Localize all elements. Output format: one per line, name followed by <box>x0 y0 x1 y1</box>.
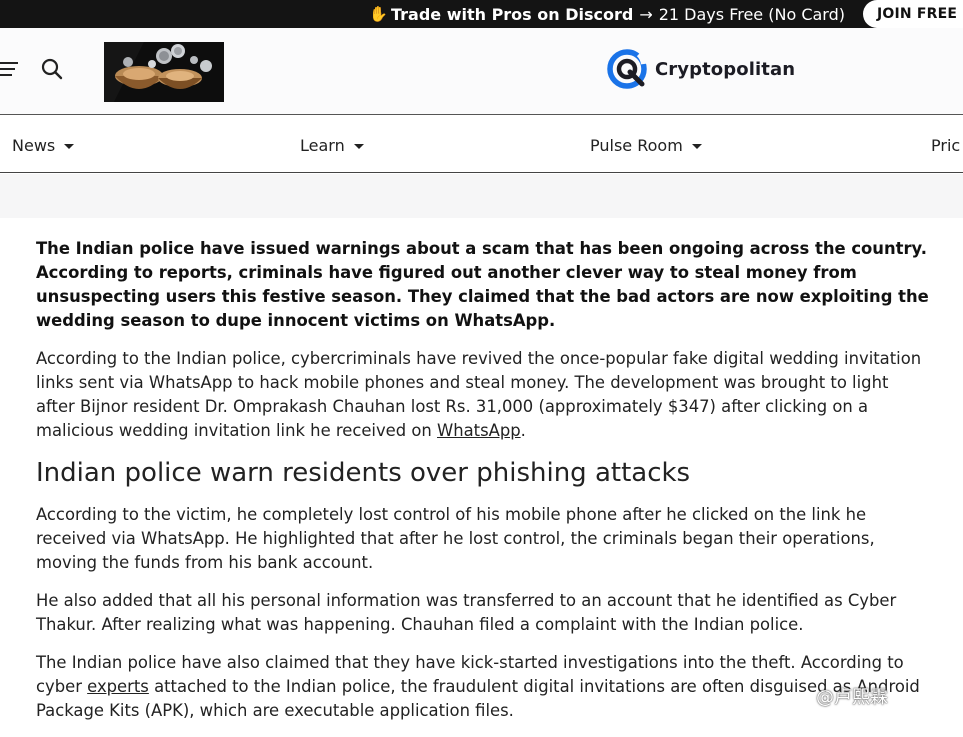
caret-down-icon <box>64 144 75 149</box>
nav-item-label: Pulse Room <box>590 136 683 155</box>
paragraph-text: attached to the Indian police, the fraud… <box>36 677 920 720</box>
article-paragraph: He also added that all his personal info… <box>36 591 897 634</box>
article-lead: The Indian police have issued warnings a… <box>36 239 929 330</box>
watermark: @卢熙霖 <box>816 687 888 708</box>
nav-item-label: Learn <box>300 136 345 155</box>
nav-item-label: News <box>12 136 56 155</box>
promo-arrow: → <box>639 4 653 24</box>
whatsapp-link[interactable]: WhatsApp <box>437 421 521 440</box>
nav-item-label: Pric <box>931 136 961 155</box>
article-paragraph: According to the victim, he completely l… <box>36 505 875 572</box>
promo-bar[interactable]: ✋ Trade with Pros on Discord → 21 Days F… <box>0 0 963 28</box>
nav-item-pulse-room[interactable]: Pulse Room <box>590 136 702 155</box>
promo-text[interactable]: ✋ Trade with Pros on Discord → 21 Days F… <box>369 5 845 24</box>
promo-bold-text: Trade with Pros on Discord <box>390 4 634 24</box>
site-header: Cryptopolitan <box>0 28 963 115</box>
main-nav: News Learn Pulse Room Pric <box>0 116 963 173</box>
site-logo[interactable]: Cryptopolitan <box>606 48 795 90</box>
nav-item-prices[interactable]: Pric <box>931 136 960 155</box>
article-paragraph: The Indian police have also claimed that… <box>36 651 931 723</box>
section-heading: Indian police warn residents over phishi… <box>36 458 691 488</box>
promo-light-text: 21 Days Free (No Card) <box>658 4 845 24</box>
join-free-button[interactable]: JOIN FREE <box>863 0 963 28</box>
hand-icon: ✋ <box>369 5 388 23</box>
caret-down-icon <box>691 144 702 149</box>
ad-placeholder-band <box>0 174 963 218</box>
paragraph-text: . <box>520 421 526 440</box>
nav-item-learn[interactable]: Learn <box>300 136 364 155</box>
nav-item-news[interactable]: News <box>12 136 75 155</box>
experts-link[interactable]: experts <box>87 677 149 696</box>
caret-down-icon <box>353 144 364 149</box>
logo-mark-icon <box>607 49 647 89</box>
gold-ingot-image <box>104 42 224 102</box>
hamburger-icon[interactable] <box>0 62 18 76</box>
article-paragraph: According to the Indian police, cybercri… <box>36 347 931 443</box>
article-body: The Indian police have issued warnings a… <box>36 237 931 737</box>
ad-banner[interactable] <box>104 42 224 102</box>
logo-text: Cryptopolitan <box>655 58 796 80</box>
search-icon[interactable] <box>40 57 64 81</box>
